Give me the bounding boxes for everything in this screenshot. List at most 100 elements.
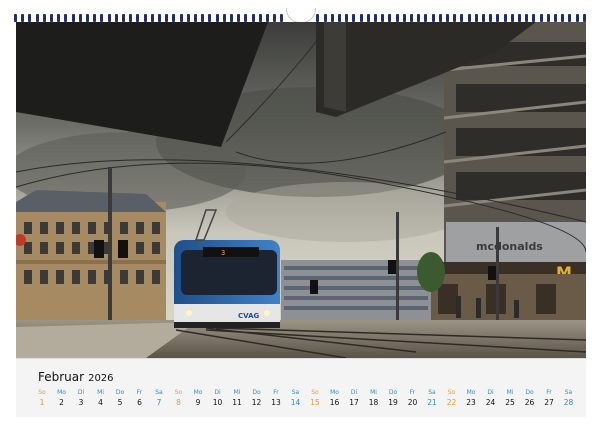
- calendar-day: So 8: [169, 389, 189, 408]
- calendar-day: So 1: [32, 389, 52, 408]
- binding-ring: [194, 14, 197, 22]
- tree: [417, 252, 445, 292]
- calendar-day: Di 3: [71, 389, 91, 408]
- binding-ring: [201, 14, 205, 22]
- calendar-day: So 15: [305, 389, 325, 408]
- day-number: 2: [59, 398, 64, 407]
- weekday-label: Do: [525, 389, 534, 396]
- binding-ring: [539, 14, 543, 22]
- calendar-day: Do 26: [520, 389, 540, 408]
- weekday-label: Di: [77, 389, 85, 396]
- cloud: [226, 182, 466, 242]
- day-number: 20: [407, 398, 418, 407]
- binding-ring: [42, 14, 46, 22]
- binding-ring: [388, 14, 392, 22]
- calendar-day: Mi 4: [91, 389, 111, 408]
- calendar-day: Mo 16: [325, 389, 345, 408]
- binding-ring: [35, 14, 39, 22]
- calendar-day: Di 17: [344, 389, 364, 408]
- day-number: 8: [176, 398, 181, 407]
- day-number: 12: [251, 398, 262, 407]
- calendar-day: Sa 7: [149, 389, 169, 408]
- binding-ring: [21, 14, 25, 22]
- calendar-day: Sa 21: [422, 389, 442, 408]
- weekday-label: Do: [252, 389, 261, 396]
- calendar-day: Fr 27: [539, 389, 559, 408]
- tram-destination: 3: [221, 249, 225, 257]
- binding-ring: [496, 14, 500, 22]
- binding-ring: [453, 14, 457, 22]
- binding-ring: [244, 14, 248, 22]
- day-number: 22: [446, 398, 457, 407]
- calendar-day: Mo 23: [461, 389, 481, 408]
- day-number: 1: [39, 398, 45, 407]
- binding-ring: [280, 14, 284, 22]
- binding-ring: [129, 14, 133, 22]
- binding-ring: [395, 14, 399, 22]
- day-number: 27: [544, 398, 554, 407]
- binding-ring: [424, 14, 428, 22]
- binding-ring: [582, 14, 586, 22]
- binding-ring: [381, 14, 385, 22]
- weekday-label: Mo: [330, 389, 339, 396]
- weekday-label: Fr: [409, 389, 416, 396]
- weekday-label: Mo: [466, 389, 476, 396]
- weekday-label: Di: [350, 389, 358, 396]
- binding-ring: [510, 14, 514, 22]
- binding-ring: [114, 14, 118, 22]
- binding-ring: [28, 14, 32, 22]
- binding-ring: [258, 14, 262, 22]
- weekday-label: Do: [388, 389, 398, 396]
- weekday-label: Sa: [291, 389, 300, 396]
- day-number: 9: [195, 398, 201, 407]
- weekday-label: Sa: [155, 389, 163, 396]
- binding-ring: [78, 14, 82, 22]
- month-title: Februar 2026: [38, 370, 114, 384]
- binding-ring: [100, 14, 104, 22]
- binding-ring: [50, 14, 53, 22]
- binding-ring: [532, 14, 536, 22]
- calendar-day: Mo 9: [188, 389, 208, 408]
- calendar-day: Mi 18: [364, 389, 384, 408]
- binding-ring: [410, 14, 413, 22]
- binding-ring: [316, 14, 320, 22]
- day-number: 17: [349, 398, 359, 407]
- weekday-label: Mi: [506, 389, 514, 396]
- binding-ring: [352, 14, 356, 22]
- weekday-label: Do: [115, 389, 125, 396]
- day-number: 6: [137, 398, 142, 407]
- day-grid: So 1 Mo 2 Di 3 Mi 4 Do 5 Fr 6 Sa 7 So 8 Mo 9 Di 10 Mi 11 Do 12 F…: [32, 389, 578, 413]
- day-number: 16: [329, 398, 340, 407]
- binding-ring: [172, 14, 176, 22]
- binding-ring: [489, 14, 493, 22]
- weekday-label: Di: [487, 389, 494, 396]
- binding-ring: [482, 14, 485, 22]
- binding-ring: [503, 14, 507, 22]
- binding-ring: [575, 14, 579, 22]
- binding-ring: [165, 14, 169, 22]
- store-sign: mcdonalds: [476, 240, 543, 253]
- binding-ring: [460, 14, 464, 22]
- calendar-photo: mcdonalds M 3 CVAG: [16, 22, 586, 358]
- weekday-label: Sa: [428, 389, 436, 396]
- binding-ring: [554, 14, 557, 22]
- binding-ring: [546, 14, 550, 22]
- weekday-label: So: [447, 389, 456, 396]
- weekday-label: Mi: [370, 389, 377, 396]
- day-number: 3: [78, 398, 84, 407]
- day-number: 5: [117, 398, 123, 407]
- binding-ring: [208, 14, 212, 22]
- day-number: 18: [368, 398, 379, 407]
- calendar-day: Di 24: [481, 389, 501, 408]
- weekday-label: Fr: [136, 389, 143, 396]
- day-number: 7: [156, 398, 162, 407]
- binding-ring: [107, 14, 111, 22]
- binding-ring: [237, 14, 241, 22]
- weekday-label: Fr: [546, 389, 552, 396]
- binding-ring: [467, 14, 471, 22]
- calendar-day: Mo 2: [52, 389, 72, 408]
- binding-ring: [57, 14, 61, 22]
- binding-ring: [179, 14, 183, 22]
- weekday-label: Mi: [233, 389, 241, 396]
- calendar-day: Fr 20: [403, 389, 423, 408]
